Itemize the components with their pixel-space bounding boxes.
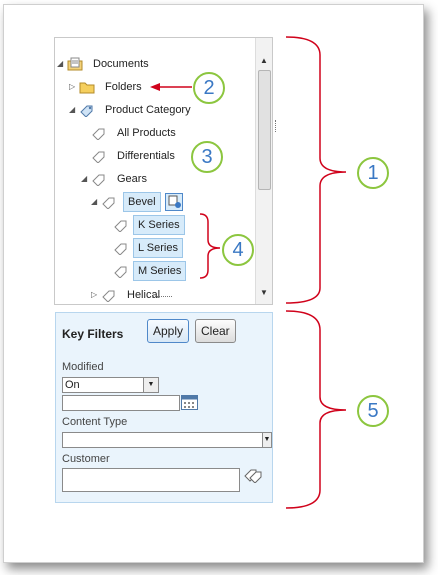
callout-3: 3 [191,141,223,173]
callout-4: 4 [222,234,254,266]
bracket-selected-terms [199,213,221,279]
bracket-tree-panel [285,36,347,304]
callout-1: 1 [357,157,389,189]
bracket-key-filters [285,310,347,509]
callout-2: 2 [193,72,225,104]
arrow-head [150,83,160,91]
callout-5: 5 [357,395,389,427]
